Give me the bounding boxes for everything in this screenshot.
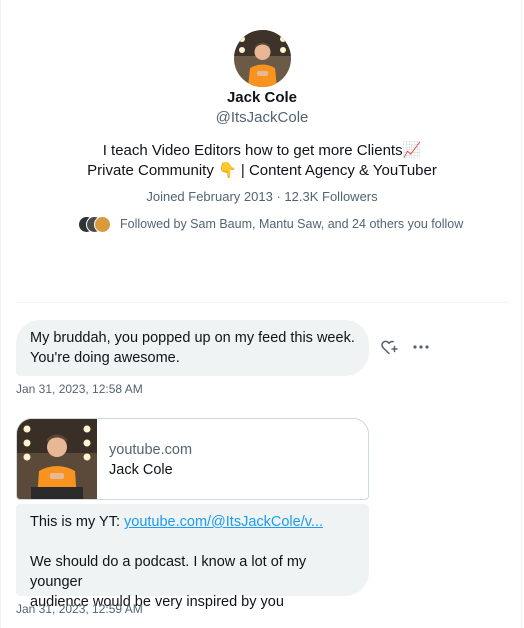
message-text-line: You're doing awesome. (30, 350, 180, 366)
link-domain: youtube.com (109, 442, 193, 458)
link-thumbnail (17, 419, 97, 499)
bio-line-2-suffix: | Content Agency & YouTuber (240, 162, 437, 179)
heart-plus-icon[interactable] (380, 338, 398, 356)
message-timestamp: Jan 31, 2023, 12:59 AM (16, 602, 143, 616)
profile-handle: @ItsJackCole (215, 109, 309, 126)
message-text-line: This is my YT: youtube.com/@ItsJackCole/… (30, 512, 355, 532)
followed-by-row[interactable]: Followed by Sam Baum, Mantu Saw, and 24 … (78, 215, 463, 233)
message-text: This is my YT: (30, 514, 124, 530)
more-icon[interactable] (412, 338, 430, 356)
section-divider (16, 302, 508, 303)
profile-avatar[interactable] (234, 30, 291, 87)
profile-name[interactable]: Jack Cole (0, 89, 524, 106)
link-preview-card[interactable]: youtube.com Jack Cole (16, 418, 369, 500)
message-bubble[interactable]: This is my YT: youtube.com/@ItsJackCole/… (16, 504, 369, 610)
pointing-down-emoji: 👇 (218, 162, 237, 179)
followed-by-text: Followed by Sam Baum, Mantu Saw, and 24 … (120, 217, 464, 231)
profile-bio: I teach Video Editors how to get more Cl… (0, 141, 524, 181)
profile-meta: Joined February 2013 · 12.3K Followers (0, 189, 524, 204)
message-text-line: We should do a podcast. I know a lot of … (30, 554, 307, 590)
follower-avatars (78, 215, 114, 233)
message-timestamp: Jan 31, 2023, 12:58 AM (16, 382, 143, 396)
bio-line-1: I teach Video Editors how to get more Cl… (102, 142, 403, 159)
youtube-link[interactable]: youtube.com/@ItsJackCole/v... (124, 514, 323, 530)
joined-date: Joined February 2013 (146, 189, 273, 204)
message-bubble[interactable]: My bruddah, you popped up on my feed thi… (16, 320, 369, 376)
chart-increasing-emoji: 📈 (402, 142, 422, 159)
bio-line-2-prefix: Private Community (87, 162, 214, 179)
follower-avatar (94, 216, 111, 233)
meta-separator: · (276, 189, 281, 204)
message-text-line: My bruddah, you popped up on my feed thi… (30, 330, 355, 346)
followers-count[interactable]: 12.3K Followers (284, 189, 377, 204)
link-title: Jack Cole (109, 462, 173, 478)
